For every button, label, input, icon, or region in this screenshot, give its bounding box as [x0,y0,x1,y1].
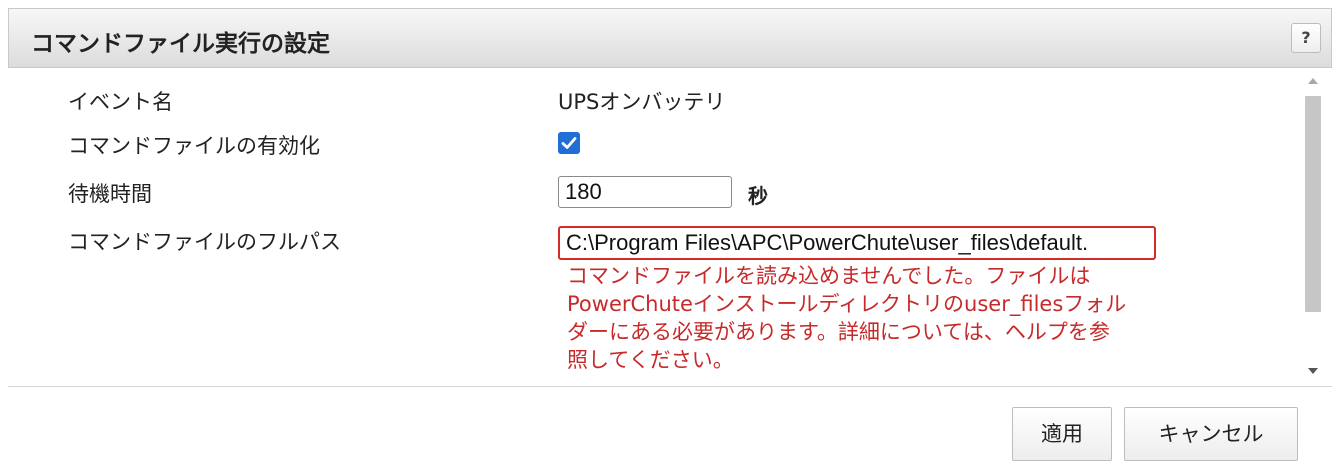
help-button[interactable]: ? [1291,23,1321,53]
enable-command-file-checkbox[interactable] [558,132,580,154]
triangle-down-icon[interactable] [1302,364,1324,378]
dialog-title: コマンドファイル実行の設定 [31,31,330,57]
command-file-path-input[interactable] [558,226,1156,260]
vertical-scrollbar[interactable] [1302,68,1324,386]
error-line: PowerChuteインストールディレクトリのuser_filesフォル [567,292,1127,316]
triangle-up-icon[interactable] [1302,74,1324,88]
command-file-path-label: コマンドファイルのフルパス [68,230,341,254]
enable-command-file-label: コマンドファイルの有効化 [68,134,320,158]
event-name-value: UPSオンバッテリ [558,90,726,114]
cancel-button[interactable]: キャンセル [1124,407,1298,461]
dialog-header: コマンドファイル実行の設定 ? [8,8,1332,68]
path-error-message: コマンドファイルを読み込めませんでした。ファイルは PowerChuteインスト… [567,262,1227,374]
settings-content: イベント名 UPSオンバッテリ コマンドファイルの有効化 待機時間 秒 コマンド… [0,68,1338,386]
wait-time-unit: 秒 [748,184,768,208]
footer-divider [8,386,1332,387]
command-file-settings-dialog: コマンドファイル実行の設定 ? イベント名 UPSオンバッテリ コマンドファイル… [0,0,1338,464]
wait-time-label: 待機時間 [68,182,152,206]
checkmark-icon [561,137,577,149]
error-line: コマンドファイルを読み込めませんでした。ファイルは [567,264,1091,288]
apply-button[interactable]: 適用 [1012,407,1112,461]
error-line: 照してください。 [567,348,734,372]
wait-time-input[interactable] [558,176,732,208]
event-name-label: イベント名 [68,90,173,114]
error-line: ダーにある必要があります。詳細については、ヘルプを参 [567,320,1110,344]
scrollbar-thumb[interactable] [1305,96,1321,312]
